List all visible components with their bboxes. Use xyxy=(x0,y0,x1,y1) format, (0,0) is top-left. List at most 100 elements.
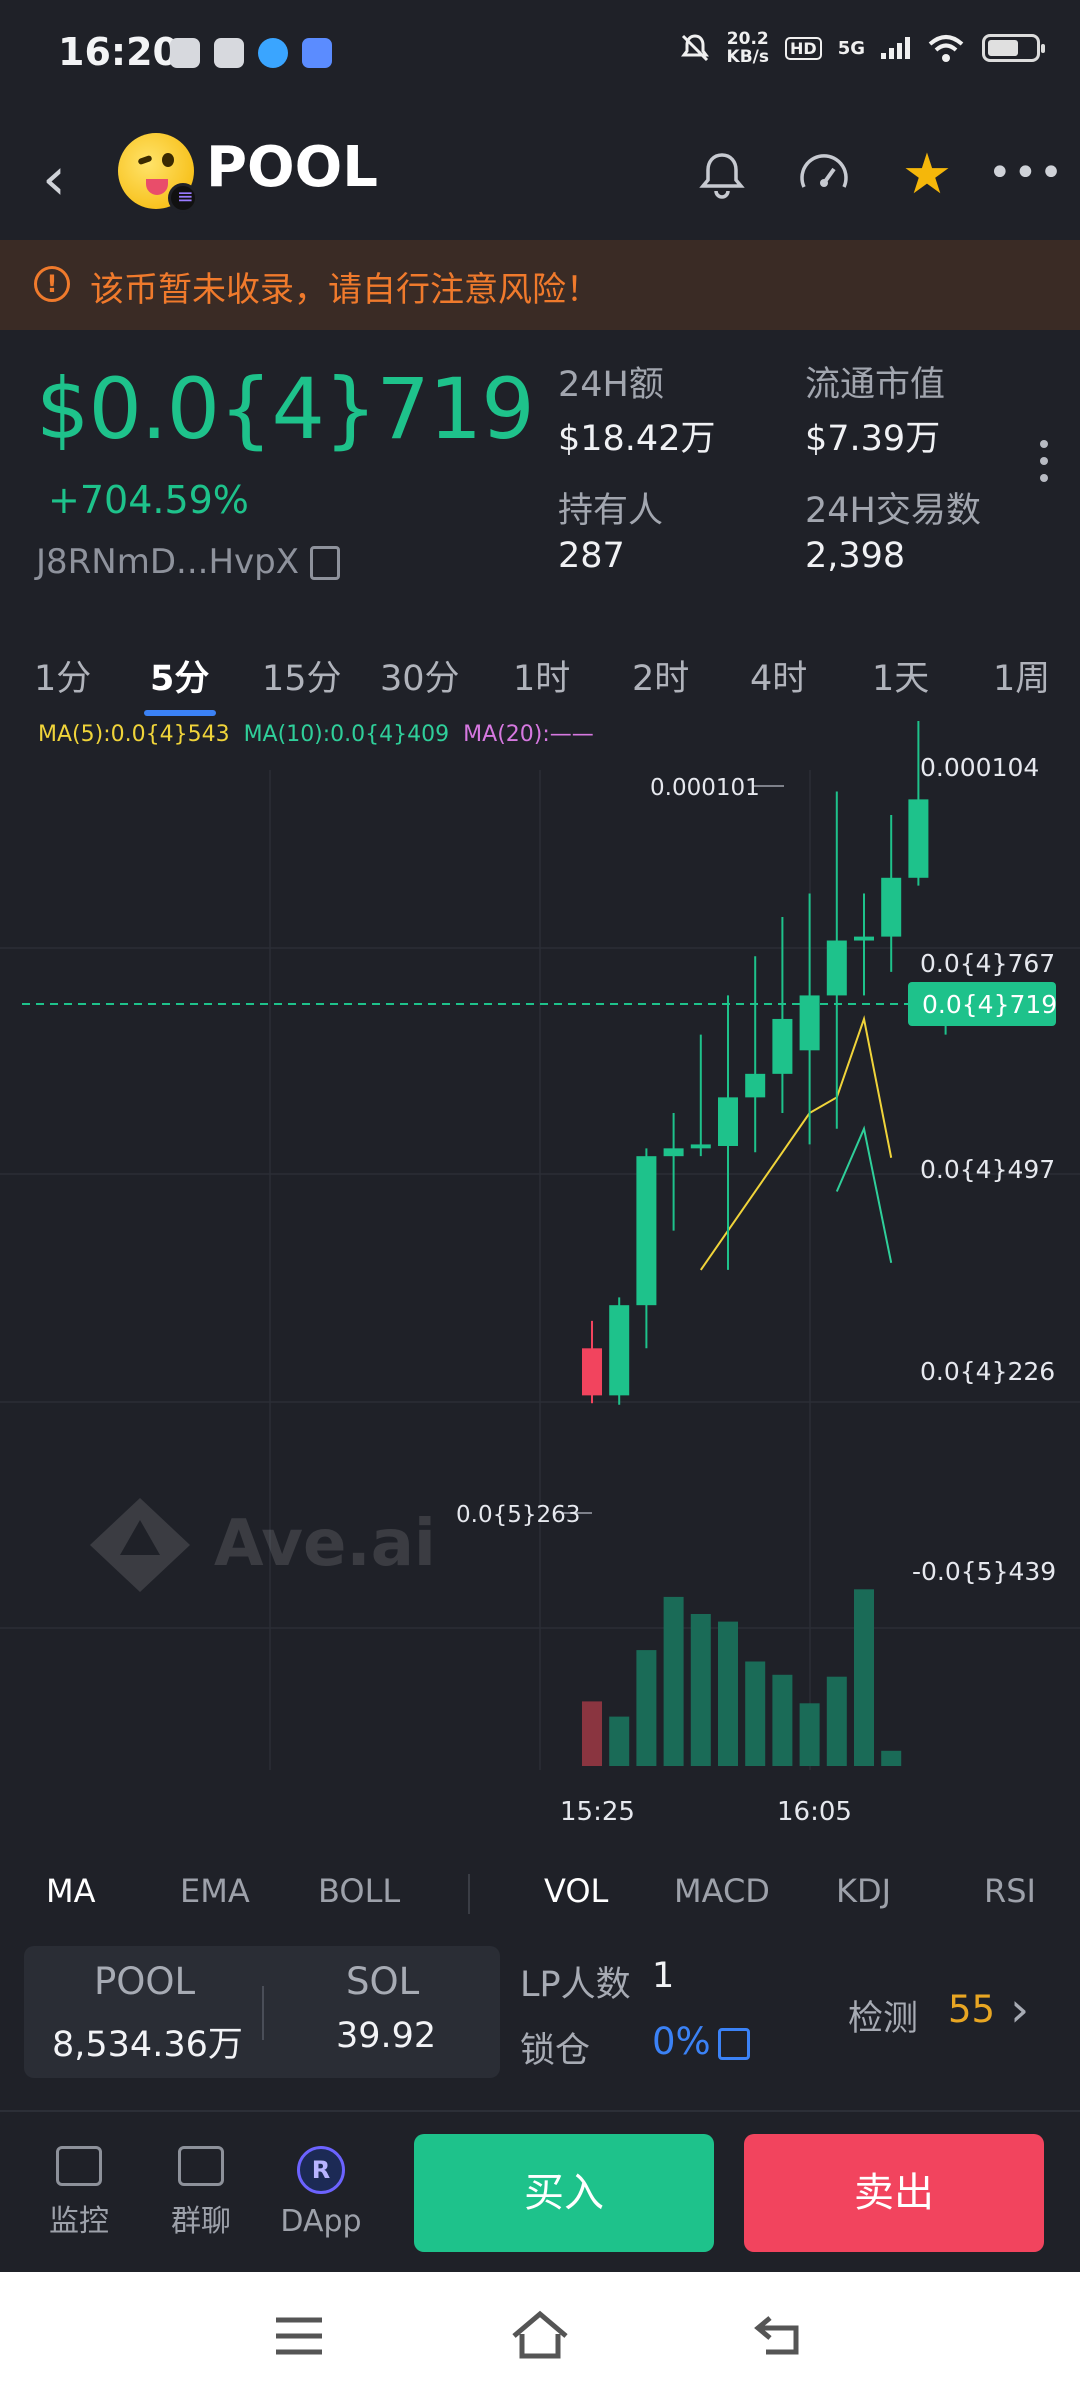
timeframe-tabs: 1分 5分 15分 30分 1时 2时 4时 1天 1周 xyxy=(0,640,1080,720)
chart-grid xyxy=(0,770,1080,1770)
tab-5m[interactable]: 5分 xyxy=(150,650,209,701)
token-name: POOL xyxy=(206,135,378,200)
y-label-2: 0.0{4}497 xyxy=(920,1155,1055,1184)
candle-body xyxy=(663,1148,684,1157)
volume-bar xyxy=(636,1650,657,1766)
candle-body xyxy=(908,799,929,878)
volume-bars xyxy=(582,1589,902,1766)
tab-vol[interactable]: VOL xyxy=(544,1872,608,1910)
link-icon xyxy=(214,38,244,68)
tab-rsi[interactable]: RSI xyxy=(984,1872,1036,1910)
more-icon[interactable]: ••• xyxy=(988,143,1063,207)
tab-30m[interactable]: 30分 xyxy=(380,650,460,701)
candle-body xyxy=(636,1156,657,1306)
volume-bar xyxy=(663,1596,684,1766)
high-annotation: 0.000101 xyxy=(650,775,760,801)
tab-ma[interactable]: MA xyxy=(46,1872,96,1910)
tab-1h[interactable]: 1时 xyxy=(513,650,570,701)
bell-icon[interactable] xyxy=(690,143,754,207)
tab-boll[interactable]: BOLL xyxy=(318,1872,400,1910)
y-label-0: 0.000104 xyxy=(920,753,1039,782)
tab-15m[interactable]: 15分 xyxy=(262,650,342,701)
candle-body xyxy=(745,1073,766,1098)
stat-label-market-cap: 流通市值 xyxy=(805,365,946,405)
volume-bar xyxy=(881,1750,902,1766)
indicator-tabs: MA EMA BOLL VOL MACD KDJ RSI xyxy=(0,1860,1080,1930)
volume-bar xyxy=(799,1703,820,1766)
tab-1m[interactable]: 1分 xyxy=(34,650,91,701)
stat-label-holders: 持有人 xyxy=(558,491,664,531)
tab-macd[interactable]: MACD xyxy=(674,1872,770,1910)
low-annotation: 0.0{5}263 xyxy=(456,1502,580,1528)
lock-label: 锁仓 xyxy=(520,2031,591,2071)
detect-label[interactable]: 检测 xyxy=(848,1990,918,2041)
dapp-icon: R xyxy=(297,2146,345,2194)
star-icon[interactable]: ★ xyxy=(895,143,959,207)
pool-separator xyxy=(262,1986,264,2040)
chat-icon xyxy=(178,2146,224,2186)
candlestick-chart[interactable]: MA(5):0.0{4}543 MA(10):0.0{4}409 MA(20):… xyxy=(0,710,1080,1840)
nav-group-chat[interactable]: 群聊 xyxy=(156,2146,246,2240)
stat-label-24h-volume: 24H额 xyxy=(558,365,664,405)
nav-monitor[interactable]: 监控 xyxy=(34,2146,124,2240)
nav-dapp-label: DApp xyxy=(280,2204,362,2239)
tab-ema[interactable]: EMA xyxy=(180,1872,250,1910)
ma10-line xyxy=(835,1125,893,1264)
status-app-icons xyxy=(170,38,332,68)
pool-quote-amount: 39.92 xyxy=(336,2016,437,2056)
external-link-icon[interactable] xyxy=(718,2028,750,2060)
gauge-icon[interactable] xyxy=(792,143,856,207)
warning-text: 该币暂未收录，请自行注意风险！ xyxy=(90,270,600,310)
contract-address: J8RNmD...HvpX xyxy=(36,542,300,582)
nav-monitor-label: 监控 xyxy=(49,2204,109,2239)
tab-1d[interactable]: 1天 xyxy=(872,650,929,701)
token-logo xyxy=(118,133,198,213)
candle-body xyxy=(881,877,902,937)
tab-kdj[interactable]: KDJ xyxy=(836,1872,891,1910)
status-indicators: 20.2 KB/s HD 5G xyxy=(679,30,1045,66)
candle-body xyxy=(609,1305,630,1396)
sell-button[interactable]: 卖出 xyxy=(744,2134,1044,2252)
qq-icon xyxy=(258,38,288,68)
menu-icon[interactable] xyxy=(272,2314,326,2358)
tab-2h[interactable]: 2时 xyxy=(632,650,689,701)
y-label-4: -0.0{5}439 xyxy=(912,1557,1056,1586)
tab-1w[interactable]: 1周 xyxy=(993,650,1050,701)
status-time: 16:20 xyxy=(58,30,179,74)
price-change: +704.59% xyxy=(48,478,249,522)
candle-body xyxy=(854,936,874,941)
candle-body xyxy=(772,1018,793,1074)
x-label-0: 15:25 xyxy=(560,1797,635,1827)
lock-value[interactable]: 0% xyxy=(652,2020,711,2063)
battery-icon xyxy=(982,34,1045,62)
stat-value-market-cap: $7.39万 xyxy=(805,419,941,459)
candles xyxy=(582,720,956,1405)
chart-canvas[interactable]: Ave.ai 0.000101 0.0{5}263 0.000104 0.0{4… xyxy=(0,710,1080,1840)
kebab-menu-icon[interactable] xyxy=(1040,440,1050,491)
volume-bar xyxy=(772,1674,793,1766)
back-nav-icon[interactable] xyxy=(752,2312,806,2358)
system-navigation-bar xyxy=(0,2272,1080,2400)
wifi-icon xyxy=(928,35,964,62)
volume-bar xyxy=(745,1661,766,1766)
lp-count-value: 1 xyxy=(652,1956,675,1996)
header: ‹ POOL ★ ••• xyxy=(0,115,1080,245)
wechat-icon xyxy=(170,38,200,68)
nav-dapp[interactable]: R DApp xyxy=(276,2146,366,2239)
stat-value-holders: 287 xyxy=(558,536,625,576)
stat-label-24h-trades: 24H交易数 xyxy=(805,491,981,531)
detect-score[interactable]: 55 xyxy=(948,1988,995,2031)
copy-icon[interactable] xyxy=(310,546,340,580)
indicator-divider xyxy=(468,1874,470,1914)
chevron-right-icon[interactable]: › xyxy=(1010,1982,1029,2038)
network-type: 5G xyxy=(837,37,865,59)
current-price-tag: 0.0{4}719 xyxy=(922,990,1057,1019)
solana-chain-icon xyxy=(168,183,198,213)
home-icon[interactable] xyxy=(510,2308,570,2362)
buy-button[interactable]: 买入 xyxy=(414,2134,714,2252)
signal-icon xyxy=(881,37,910,59)
liquidity-pool-box: POOL 8,534.36万 SOL 39.92 xyxy=(24,1946,500,2078)
tab-4h[interactable]: 4时 xyxy=(750,650,807,701)
net-speed: 20.2 KB/s xyxy=(727,30,769,66)
back-icon[interactable]: ‹ xyxy=(42,139,82,219)
